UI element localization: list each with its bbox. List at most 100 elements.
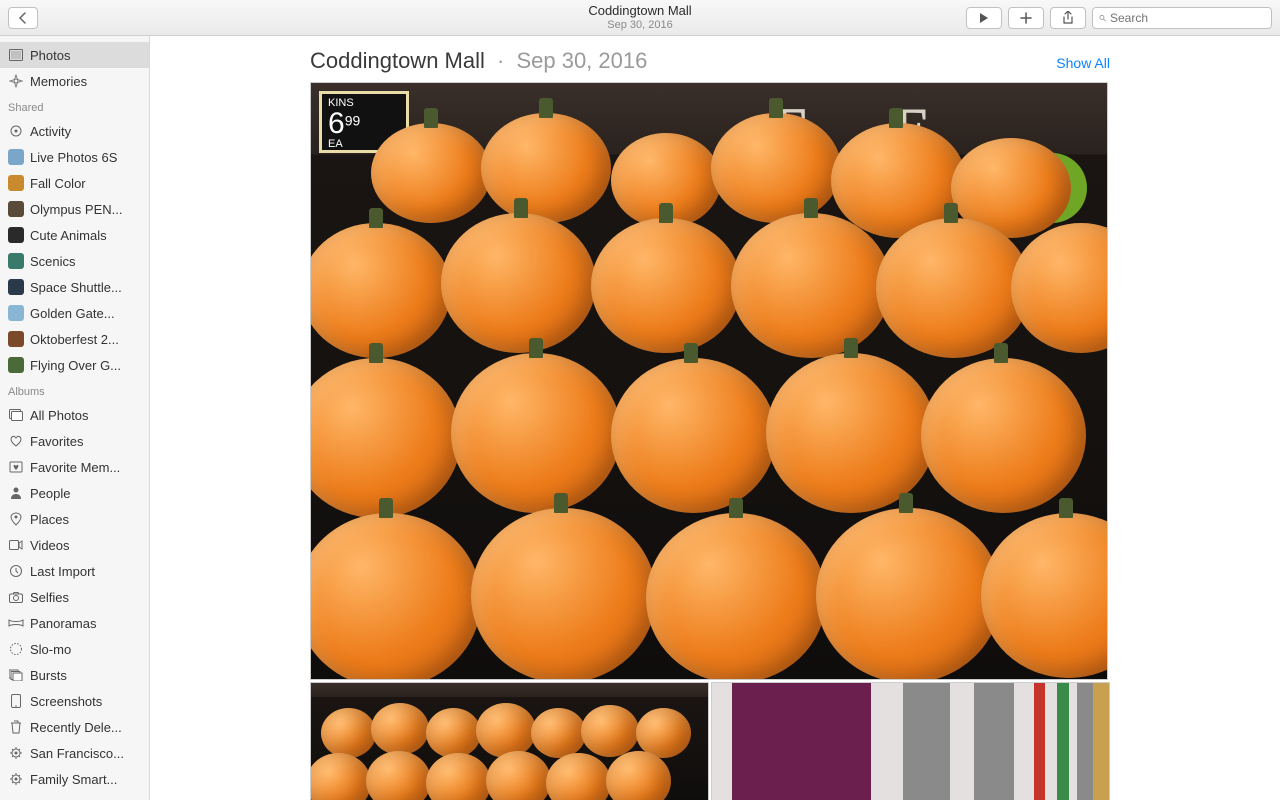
share-button[interactable] (1050, 7, 1086, 29)
sidebar-item-favorites[interactable]: Favorites (0, 428, 149, 454)
show-all-link[interactable]: Show All (1056, 55, 1110, 71)
sidebar-item-olympus[interactable]: Olympus PEN... (0, 196, 149, 222)
sidebar-item-label: Favorite Mem... (30, 460, 120, 475)
sidebar-item-panoramas[interactable]: Panoramas (0, 610, 149, 636)
play-icon (979, 12, 989, 24)
panorama-icon (8, 615, 24, 631)
slo-mo-icon (8, 641, 24, 657)
sidebar-item-favorite-memories[interactable]: Favorite Mem... (0, 454, 149, 480)
sidebar-item-label: Golden Gate... (30, 306, 115, 321)
sidebar-item-memories[interactable]: Memories (0, 68, 149, 94)
sidebar-item-photos[interactable]: Photos (0, 42, 149, 68)
sidebar-item-recently-deleted[interactable]: Recently Dele... (0, 714, 149, 740)
sidebar-item-space-shuttle[interactable]: Space Shuttle... (0, 274, 149, 300)
heart-icon (8, 433, 24, 449)
sidebar-item-places[interactable]: Places (0, 506, 149, 532)
sidebar-item-label: Fall Color (30, 176, 86, 191)
title-separator: · (497, 48, 504, 73)
photo-thumb-pumpkins[interactable] (310, 682, 709, 800)
album-thumb-icon (8, 175, 24, 191)
album-thumb-icon (8, 201, 24, 217)
sidebar: Photos Memories Shared Activity Live Pho… (0, 36, 150, 800)
search-input[interactable] (1110, 11, 1265, 25)
sidebar-item-label: Activity (30, 124, 71, 139)
sidebar-item-scenics[interactable]: Scenics (0, 248, 149, 274)
fav-mem-icon (8, 459, 24, 475)
gear-icon (8, 771, 24, 787)
album-thumb-icon (8, 227, 24, 243)
sidebar-item-label: Panoramas (30, 616, 96, 631)
play-slideshow-button[interactable] (966, 7, 1002, 29)
sidebar-item-label: Screenshots (30, 694, 102, 709)
activity-icon (8, 123, 24, 139)
photo-large-pumpkins[interactable]: KINS699EA F E WHOLE FOODS (310, 82, 1108, 680)
sidebar-item-label: Family Smart... (30, 772, 117, 787)
sidebar-item-label: Olympus PEN... (30, 202, 122, 217)
sidebar-item-label: San Francisco... (30, 746, 124, 761)
photos-icon (8, 47, 24, 63)
photo-thumb-stripes[interactable] (711, 682, 1110, 800)
videos-icon (8, 537, 24, 553)
camera-icon (8, 589, 24, 605)
sidebar-item-people[interactable]: People (0, 480, 149, 506)
sidebar-item-live-photos[interactable]: Live Photos 6S (0, 144, 149, 170)
sidebar-section-albums: Albums (0, 378, 149, 402)
sidebar-item-last-import[interactable]: Last Import (0, 558, 149, 584)
title-text: Coddingtown Mall (588, 4, 691, 18)
sidebar-item-slo-mo[interactable]: Slo-mo (0, 636, 149, 662)
sidebar-section-shared: Shared (0, 94, 149, 118)
sidebar-item-label: Videos (30, 538, 70, 553)
sidebar-item-label: Selfies (30, 590, 69, 605)
chevron-left-icon (18, 12, 28, 24)
sidebar-item-label: Memories (30, 74, 87, 89)
back-button[interactable] (8, 7, 38, 29)
sidebar-item-bursts[interactable]: Bursts (0, 662, 149, 688)
sidebar-item-label: Recently Dele... (30, 720, 122, 735)
toolbar: Coddingtown Mall Sep 30, 2016 (0, 0, 1280, 36)
sidebar-item-selfies[interactable]: Selfies (0, 584, 149, 610)
plus-icon (1020, 12, 1032, 24)
album-thumb-icon (8, 305, 24, 321)
sidebar-item-oktoberfest[interactable]: Oktoberfest 2... (0, 326, 149, 352)
sidebar-item-label: Scenics (30, 254, 76, 269)
album-thumb-icon (8, 253, 24, 269)
places-icon (8, 511, 24, 527)
sidebar-item-label: Last Import (30, 564, 95, 579)
moment-header: Coddingtown Mall · Sep 30, 2016 Show All (310, 48, 1110, 74)
album-thumb-icon (8, 279, 24, 295)
people-icon (8, 485, 24, 501)
sidebar-item-label: Live Photos 6S (30, 150, 117, 165)
add-button[interactable] (1008, 7, 1044, 29)
sidebar-item-family-smart[interactable]: Family Smart... (0, 766, 149, 792)
sidebar-item-fall-color[interactable]: Fall Color (0, 170, 149, 196)
sidebar-item-label: Photos (30, 48, 70, 63)
title-subtitle: Sep 30, 2016 (588, 19, 691, 31)
album-thumb-icon (8, 331, 24, 347)
sidebar-item-label: All Photos (30, 408, 89, 423)
moment-location[interactable]: Coddingtown Mall (310, 48, 485, 73)
all-photos-icon (8, 407, 24, 423)
sidebar-item-label: Oktoberfest 2... (30, 332, 119, 347)
bursts-icon (8, 667, 24, 683)
album-thumb-icon (8, 357, 24, 373)
sidebar-item-cute-animals[interactable]: Cute Animals (0, 222, 149, 248)
sidebar-item-san-francisco[interactable]: San Francisco... (0, 740, 149, 766)
sidebar-item-label: Cute Animals (30, 228, 107, 243)
sidebar-item-label: People (30, 486, 70, 501)
sidebar-item-activity[interactable]: Activity (0, 118, 149, 144)
clock-icon (8, 563, 24, 579)
sidebar-item-flying-over[interactable]: Flying Over G... (0, 352, 149, 378)
sidebar-item-screenshots[interactable]: Screenshots (0, 688, 149, 714)
search-icon (1099, 12, 1106, 24)
sidebar-item-label: Flying Over G... (30, 358, 121, 373)
sidebar-item-all-photos[interactable]: All Photos (0, 402, 149, 428)
moment-date: Sep 30, 2016 (516, 48, 647, 73)
sidebar-item-label: Places (30, 512, 69, 527)
sidebar-item-golden-gate[interactable]: Golden Gate... (0, 300, 149, 326)
window-title: Coddingtown Mall Sep 30, 2016 (588, 4, 691, 30)
sidebar-item-label: Slo-mo (30, 642, 71, 657)
trash-icon (8, 719, 24, 735)
sidebar-item-videos[interactable]: Videos (0, 532, 149, 558)
search-field-wrap[interactable] (1092, 7, 1272, 29)
sidebar-item-label: Favorites (30, 434, 83, 449)
